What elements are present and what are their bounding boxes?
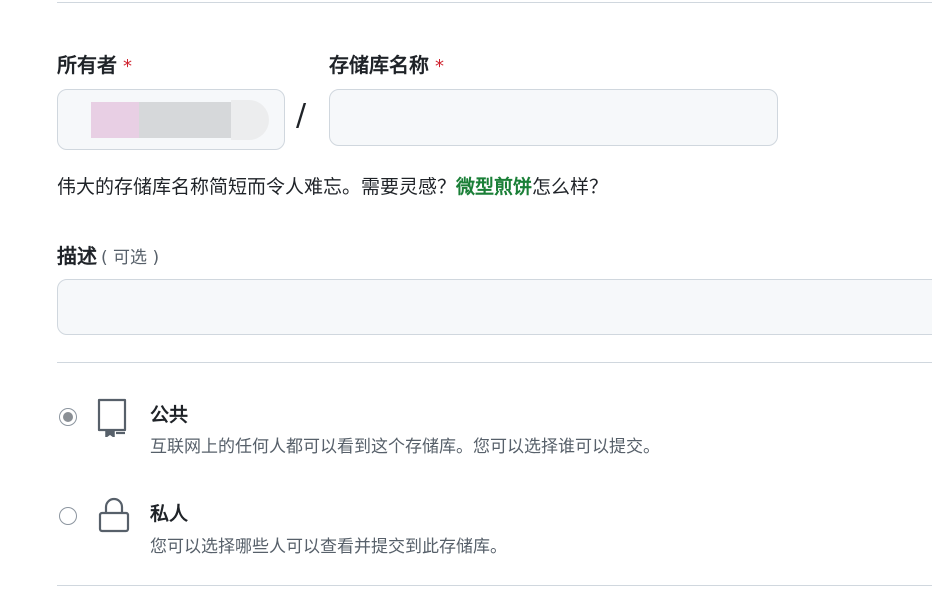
owner-label-text: 所有者 (57, 53, 117, 77)
public-option-description: 互联网上的任何人都可以看到这个存储库。您可以选择谁可以提交。 (150, 437, 660, 457)
hint-text-after: 怎么样？ (532, 176, 609, 198)
repository-name-required-mark: * (435, 56, 444, 77)
owner-name-redacted (139, 102, 231, 138)
private-option-title: 私人 (150, 503, 189, 525)
owner-avatar-redacted (91, 102, 139, 138)
repository-name-label-text: 存储库名称 (329, 53, 429, 77)
suggestion-link[interactable]: 微型煎饼 (456, 176, 532, 198)
middle-divider (57, 362, 932, 363)
public-option-title: 公共 (150, 404, 189, 426)
public-radio[interactable] (59, 408, 77, 426)
lock-icon (98, 497, 130, 533)
description-input[interactable] (57, 279, 932, 335)
owner-select[interactable] (57, 89, 285, 150)
owner-redaction-fade (231, 100, 269, 140)
repository-name-label: 存储库名称 * (329, 49, 444, 78)
description-label-text: 描述 (57, 244, 97, 268)
private-radio[interactable] (59, 507, 77, 525)
bottom-divider (57, 585, 932, 586)
description-label: 描述( 可选 ) (57, 240, 159, 269)
owner-label: 所有者 * (57, 49, 132, 78)
hint-text-before: 伟大的存储库名称简短而令人难忘。需要灵感？ (57, 176, 457, 198)
top-divider (57, 2, 932, 3)
repository-name-hint: 伟大的存储库名称简短而令人难忘。需要灵感？微型煎饼怎么样？ (57, 172, 608, 199)
owner-repo-separator: / (296, 98, 307, 133)
description-optional-text: ( 可选 ) (101, 248, 160, 268)
owner-required-mark: * (123, 56, 132, 77)
create-repository-form: 所有者 * 存储库名称 * / 伟大的存储库名称简短而令人难忘。需要灵感？微型煎饼怎… (0, 0, 932, 592)
private-option-description: 您可以选择哪些人可以查看并提交到此存储库。 (150, 537, 507, 557)
repository-name-input[interactable] (329, 89, 778, 146)
repo-icon (97, 398, 127, 437)
